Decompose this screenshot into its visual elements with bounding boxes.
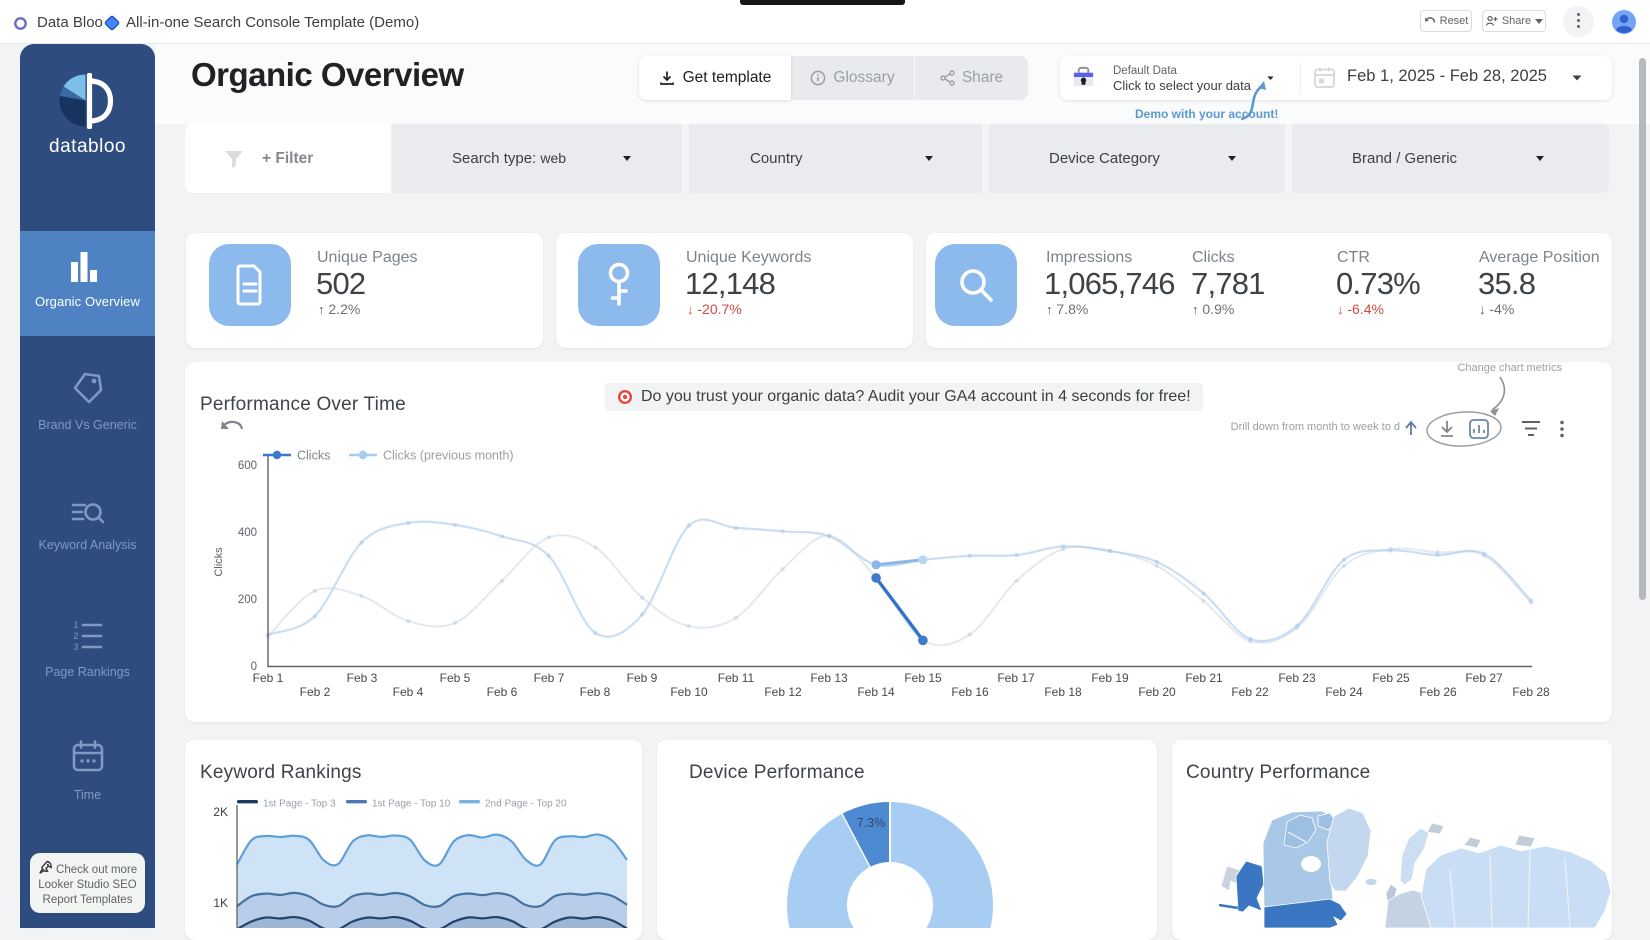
svg-text:Feb 20: Feb 20 (1138, 685, 1176, 699)
svg-text:Feb 3: Feb 3 (347, 671, 378, 685)
svg-text:1st Page - Top 10: 1st Page - Top 10 (372, 799, 451, 810)
svg-text:Feb 26: Feb 26 (1419, 685, 1457, 699)
svg-text:Feb 14: Feb 14 (857, 685, 895, 699)
svg-text:Feb 16: Feb 16 (951, 685, 989, 699)
svg-text:1st Page - Top 3: 1st Page - Top 3 (263, 799, 336, 810)
svg-text:1K: 1K (213, 896, 228, 910)
svg-text:200: 200 (238, 594, 257, 606)
svg-text:Feb 12: Feb 12 (764, 685, 802, 699)
svg-text:Feb 1: Feb 1 (253, 671, 284, 685)
svg-text:Feb 8: Feb 8 (580, 685, 611, 699)
svg-text:2K: 2K (213, 805, 228, 819)
svg-text:Clicks: Clicks (297, 449, 330, 463)
svg-text:Feb 27: Feb 27 (1465, 671, 1503, 685)
svg-text:Feb 2: Feb 2 (300, 685, 331, 699)
svg-text:Change chart metrics: Change chart metrics (1457, 362, 1562, 374)
svg-text:Feb 10: Feb 10 (670, 685, 708, 699)
svg-text:7.3%: 7.3% (857, 816, 886, 830)
svg-text:Feb 25: Feb 25 (1372, 671, 1410, 685)
svg-text:Feb 7: Feb 7 (534, 671, 565, 685)
svg-text:Feb 22: Feb 22 (1231, 685, 1269, 699)
svg-text:Feb 21: Feb 21 (1185, 671, 1223, 685)
svg-text:Feb 11: Feb 11 (718, 671, 755, 685)
svg-text:Clicks: Clicks (213, 547, 225, 577)
svg-text:Feb 9: Feb 9 (627, 671, 658, 685)
svg-text:Feb 24: Feb 24 (1325, 685, 1363, 699)
svg-text:1: 1 (73, 620, 78, 630)
svg-text:Feb 17: Feb 17 (997, 671, 1035, 685)
svg-text:2: 2 (73, 631, 78, 641)
svg-text:Clicks (previous month): Clicks (previous month) (383, 449, 514, 463)
svg-text:Feb 6: Feb 6 (487, 685, 518, 699)
svg-text:Drill down from month to week: Drill down from month to week to d (1231, 421, 1400, 433)
svg-text:Feb 28: Feb 28 (1512, 685, 1550, 699)
svg-text:Feb 18: Feb 18 (1044, 685, 1082, 699)
svg-text:Feb 13: Feb 13 (810, 671, 848, 685)
svg-text:Feb 4: Feb 4 (393, 685, 424, 699)
svg-text:Feb 23: Feb 23 (1278, 671, 1316, 685)
svg-text:3: 3 (73, 642, 78, 652)
svg-text:2nd Page - Top 20: 2nd Page - Top 20 (485, 799, 567, 810)
svg-text:600: 600 (238, 460, 257, 472)
svg-text:400: 400 (238, 527, 257, 539)
svg-text:Feb 19: Feb 19 (1091, 671, 1129, 685)
svg-text:Feb 15: Feb 15 (904, 671, 942, 685)
svg-text:Feb 5: Feb 5 (440, 671, 471, 685)
